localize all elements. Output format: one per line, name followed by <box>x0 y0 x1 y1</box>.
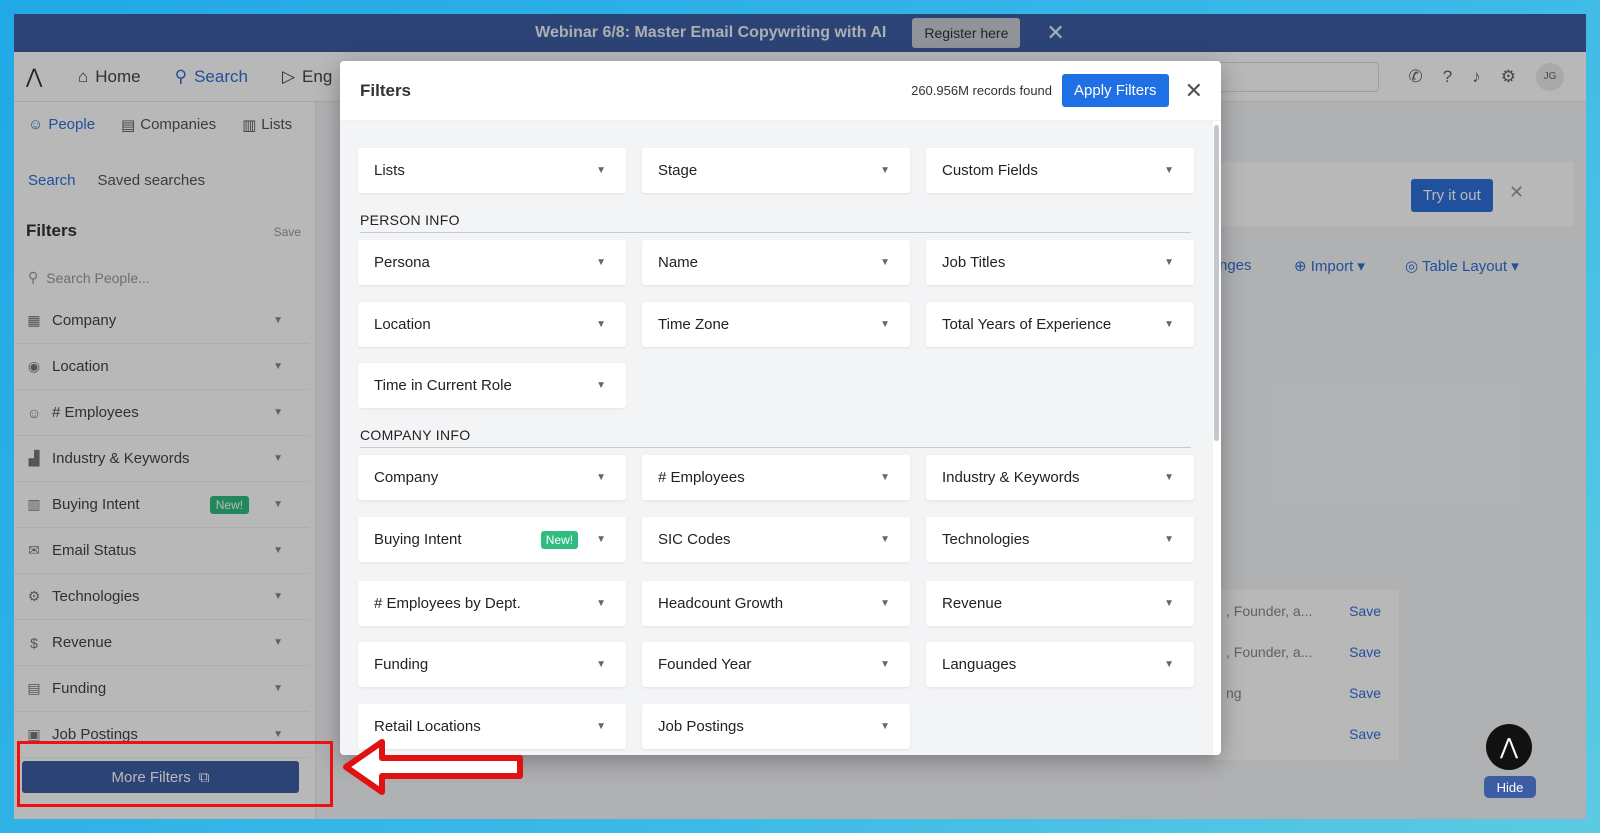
company-info-heading: COMPANY INFO <box>360 427 1191 448</box>
records-count: 260.956M records found <box>911 83 1053 98</box>
apply-filters-button[interactable]: Apply Filters <box>1062 74 1169 107</box>
modal-scrollbar[interactable] <box>1214 125 1219 441</box>
chevron-down-icon: ▼ <box>596 659 606 670</box>
filter-row: Funding ▼ Founded Year ▼ Languages ▼ <box>358 642 1194 687</box>
person-info-heading: PERSON INFO <box>360 212 1191 233</box>
filter-lists[interactable]: Lists ▼ <box>358 148 626 193</box>
chevron-down-icon: ▼ <box>880 721 890 732</box>
chevron-down-icon: ▼ <box>880 165 890 176</box>
chevron-down-icon: ▼ <box>596 380 606 391</box>
chevron-down-icon: ▼ <box>1164 598 1174 609</box>
filter-languages[interactable]: Languages ▼ <box>926 642 1194 687</box>
filter-headcount-growth[interactable]: Headcount Growth ▼ <box>642 581 910 626</box>
filter-location[interactable]: Location ▼ <box>358 302 626 347</box>
chevron-down-icon: ▼ <box>596 598 606 609</box>
filter-custom-fields[interactable]: Custom Fields ▼ <box>926 148 1194 193</box>
modal-body: Lists ▼ Stage ▼ Custom Fields ▼ PERSON INFO… <box>340 121 1213 755</box>
chevron-down-icon: ▼ <box>1164 165 1174 176</box>
filter-row: Company ▼ # Employees ▼ Industry & Keyword… <box>358 455 1194 500</box>
filter-job-titles[interactable]: Job Titles ▼ <box>926 240 1194 285</box>
filter-revenue[interactable]: Revenue ▼ <box>926 581 1194 626</box>
filter-row: Location ▼ Time Zone ▼ Total Years of Expe… <box>358 302 1194 347</box>
highlight-box <box>17 741 333 807</box>
filter-stage[interactable]: Stage ▼ <box>642 148 910 193</box>
filter-job-postings[interactable]: Job Postings ▼ <box>642 704 910 749</box>
chevron-down-icon: ▼ <box>596 534 606 545</box>
chevron-down-icon: ▼ <box>1164 534 1174 545</box>
filter-employees[interactable]: # Employees ▼ <box>642 455 910 500</box>
assistant-fab-icon[interactable]: ⋀ <box>1486 724 1532 770</box>
filters-modal: Filters 260.956M records found Apply Fil… <box>340 61 1221 755</box>
chevron-down-icon: ▼ <box>1164 319 1174 330</box>
filter-technologies[interactable]: Technologies ▼ <box>926 517 1194 562</box>
filter-employees-by-dept[interactable]: # Employees by Dept. ▼ <box>358 581 626 626</box>
chevron-down-icon: ▼ <box>880 319 890 330</box>
filter-buying-intent[interactable]: Buying Intent New! ▼ <box>358 517 626 562</box>
filter-total-years-experience[interactable]: Total Years of Experience ▼ <box>926 302 1194 347</box>
filter-name[interactable]: Name ▼ <box>642 240 910 285</box>
filter-row: Time in Current Role ▼ <box>358 363 626 408</box>
chevron-down-icon: ▼ <box>880 534 890 545</box>
filter-company[interactable]: Company ▼ <box>358 455 626 500</box>
chevron-down-icon: ▼ <box>880 472 890 483</box>
chevron-down-icon: ▼ <box>880 659 890 670</box>
filter-row: Buying Intent New! ▼ SIC Codes ▼ Technologi… <box>358 517 1194 562</box>
chevron-down-icon: ▼ <box>1164 472 1174 483</box>
chevron-down-icon: ▼ <box>596 165 606 176</box>
modal-header: Filters 260.956M records found Apply Fil… <box>340 61 1221 121</box>
filter-row: Persona ▼ Name ▼ Job Titles ▼ <box>358 240 1194 285</box>
filter-row: # Employees by Dept. ▼ Headcount Growth ▼ … <box>358 581 1194 626</box>
filter-industry-keywords[interactable]: Industry & Keywords ▼ <box>926 455 1194 500</box>
filter-founded-year[interactable]: Founded Year ▼ <box>642 642 910 687</box>
filter-row: Lists ▼ Stage ▼ Custom Fields ▼ <box>358 148 1194 193</box>
arrow-annotation-icon <box>343 739 523 795</box>
new-badge: New! <box>540 530 579 549</box>
filter-time-in-current-role[interactable]: Time in Current Role ▼ <box>358 363 626 408</box>
chevron-down-icon: ▼ <box>880 598 890 609</box>
chevron-down-icon: ▼ <box>1164 659 1174 670</box>
chevron-down-icon: ▼ <box>880 257 890 268</box>
chevron-down-icon: ▼ <box>596 319 606 330</box>
chevron-down-icon: ▼ <box>596 721 606 732</box>
filter-funding[interactable]: Funding ▼ <box>358 642 626 687</box>
chevron-down-icon: ▼ <box>596 472 606 483</box>
hide-button[interactable]: Hide <box>1484 776 1536 798</box>
filter-persona[interactable]: Persona ▼ <box>358 240 626 285</box>
filter-time-zone[interactable]: Time Zone ▼ <box>642 302 910 347</box>
filter-sic-codes[interactable]: SIC Codes ▼ <box>642 517 910 562</box>
modal-title: Filters <box>360 80 412 100</box>
close-icon[interactable]: ✕ <box>1185 79 1203 102</box>
chevron-down-icon: ▼ <box>596 257 606 268</box>
chevron-down-icon: ▼ <box>1164 257 1174 268</box>
